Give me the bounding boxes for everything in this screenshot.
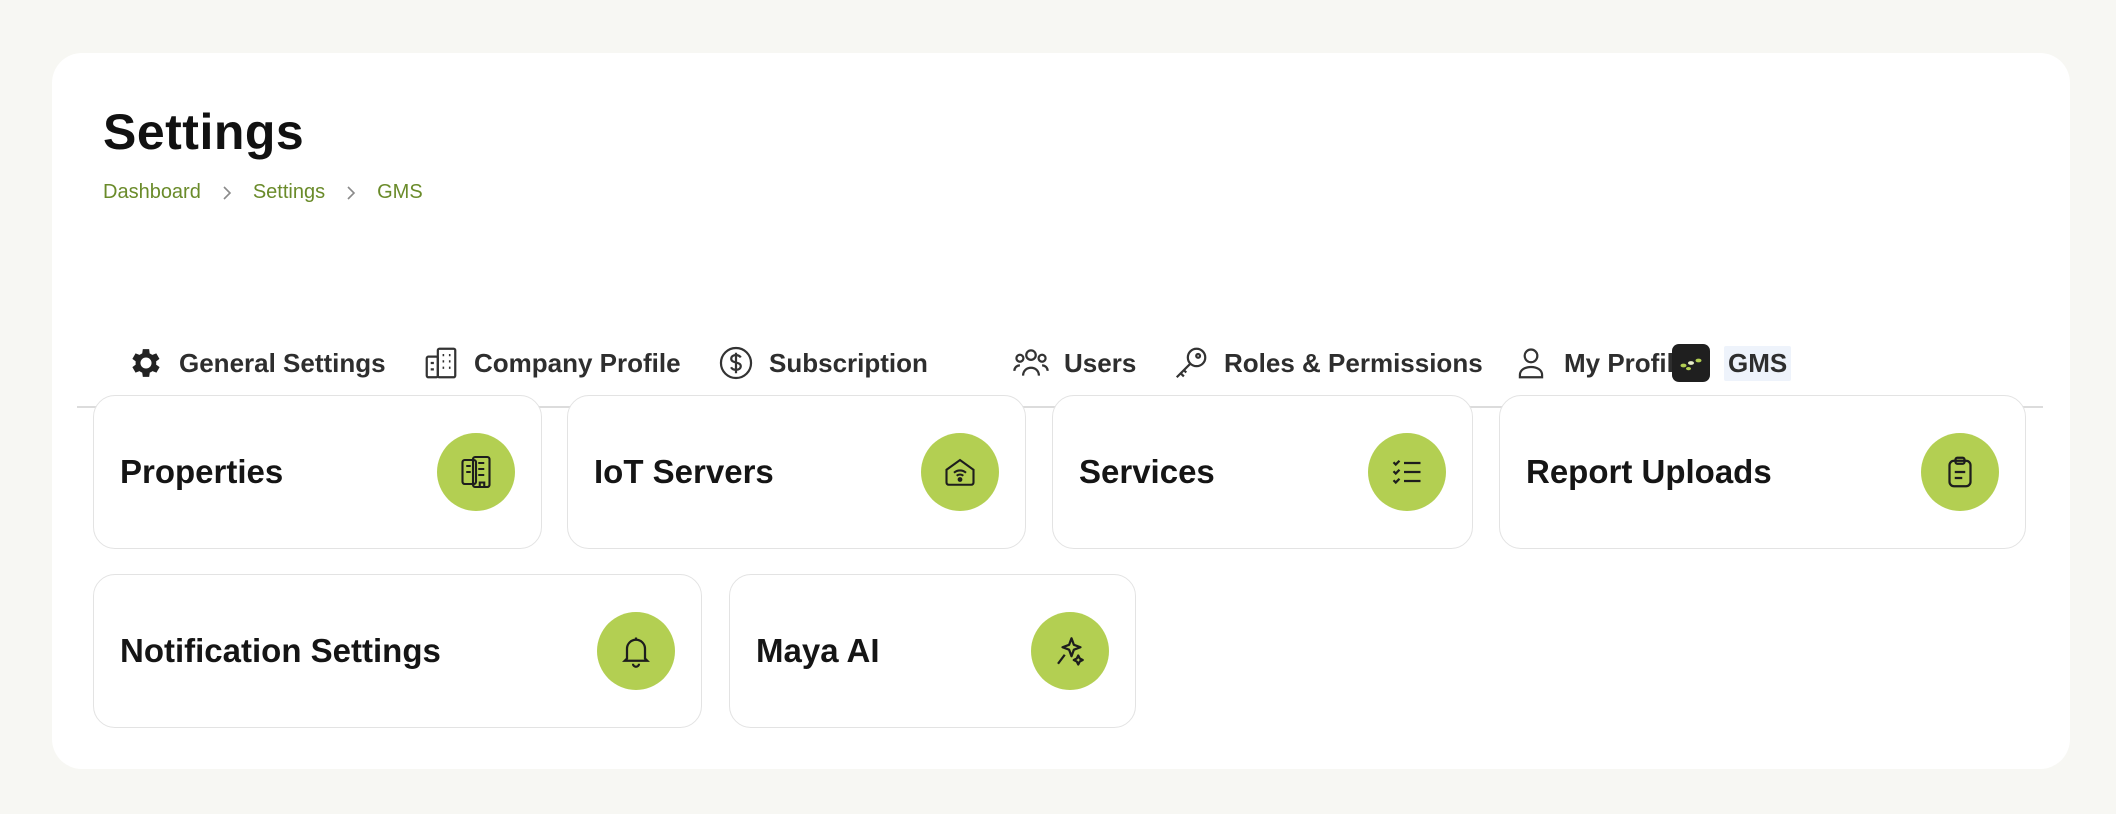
settings-panel: Settings Dashboard Settings GMS General … — [52, 53, 2070, 769]
wifi-house-icon — [921, 433, 999, 511]
card-report-uploads[interactable]: Report Uploads — [1499, 395, 2026, 549]
card-label: Maya AI — [756, 632, 880, 669]
tab-my-profile[interactable]: My Profile — [1512, 341, 1688, 385]
building-icon — [422, 344, 460, 382]
gear-icon — [127, 344, 165, 382]
user-icon — [1512, 344, 1550, 382]
key-icon — [1172, 344, 1210, 382]
sparkle-icon — [1031, 612, 1109, 690]
breadcrumb-dashboard[interactable]: Dashboard — [103, 181, 201, 204]
card-label: Properties — [120, 453, 284, 490]
clipboard-icon — [1921, 433, 1999, 511]
card-maya-ai[interactable]: Maya AI — [729, 574, 1136, 728]
card-notification-settings[interactable]: Notification Settings — [93, 574, 702, 728]
chevron-right-icon — [201, 185, 253, 201]
tab-company-profile[interactable]: Company Profile — [422, 341, 681, 385]
breadcrumb-settings[interactable]: Settings — [253, 181, 325, 204]
buildings-icon — [437, 433, 515, 511]
card-label: Services — [1079, 453, 1215, 490]
card-label: Notification Settings — [120, 632, 441, 669]
app-window: Settings Dashboard Settings GMS General … — [0, 0, 2116, 814]
tab-subscription[interactable]: Subscription — [717, 341, 928, 385]
tab-gms[interactable]: GMS — [1672, 341, 1792, 385]
tab-label: General Settings — [179, 347, 386, 378]
tab-label: GMS — [1724, 345, 1792, 381]
page-title: Settings — [103, 104, 305, 160]
tab-label: My Profile — [1564, 347, 1689, 378]
card-services[interactable]: Services — [1052, 395, 1473, 549]
card-iot-servers[interactable]: IoT Servers — [567, 395, 1026, 549]
breadcrumb-gms: GMS — [377, 181, 423, 203]
tab-general-settings[interactable]: General Settings — [127, 341, 386, 385]
checklist-icon — [1368, 433, 1446, 511]
gms-logo-icon — [1672, 344, 1710, 382]
tab-label: Subscription — [769, 347, 928, 378]
breadcrumb: Dashboard Settings GMS — [103, 181, 423, 204]
tab-label: Users — [1064, 347, 1137, 378]
users-icon — [1012, 344, 1050, 382]
card-properties[interactable]: Properties — [93, 395, 542, 549]
card-label: Report Uploads — [1526, 453, 1772, 490]
card-label: IoT Servers — [594, 453, 774, 490]
settings-tabs: General Settings Company Profile Subscri… — [77, 283, 2043, 408]
tab-label: Company Profile — [474, 347, 681, 378]
tab-roles-permissions[interactable]: Roles & Permissions — [1172, 341, 1483, 385]
tab-label: Roles & Permissions — [1224, 347, 1483, 378]
bell-icon — [597, 612, 675, 690]
tab-users[interactable]: Users — [1012, 341, 1136, 385]
dollar-circle-icon — [717, 344, 755, 382]
chevron-right-icon — [325, 185, 377, 201]
